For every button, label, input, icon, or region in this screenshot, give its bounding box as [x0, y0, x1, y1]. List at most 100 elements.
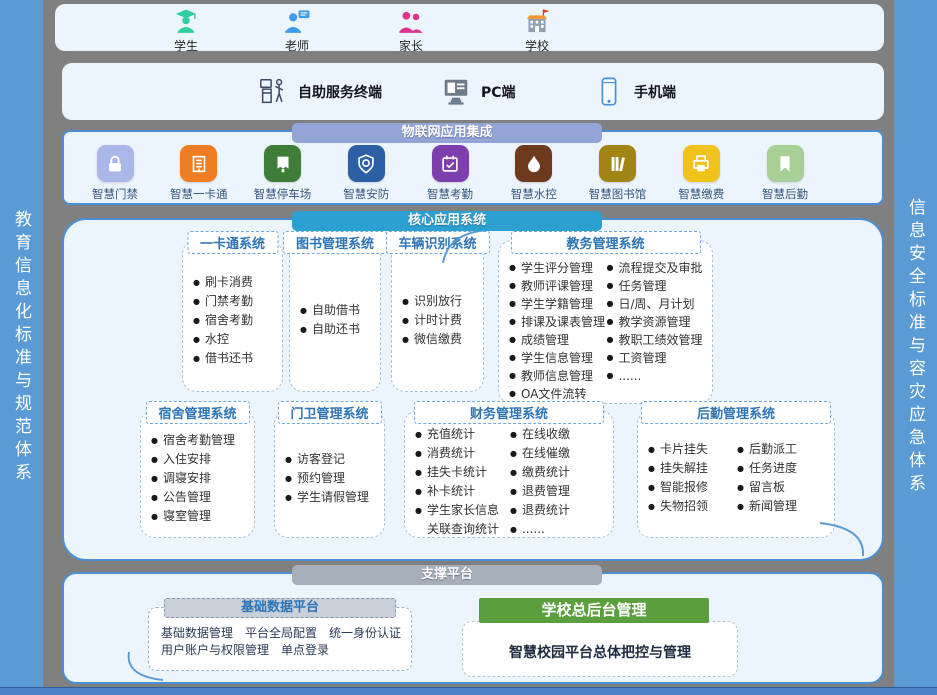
feature-list: ●访客登记●预约管理●学生请假管理	[285, 450, 376, 507]
list-item: ●教学资源管理	[607, 313, 705, 331]
bullet-icon: ●	[510, 463, 517, 482]
terminal-label: 自助服务终端	[298, 82, 382, 102]
list-item: ●充值统计	[415, 425, 510, 444]
list-item: ●宿舍考勤	[193, 311, 274, 330]
bullet-icon: ●	[607, 313, 614, 331]
system-box-gatekeeper: 门卫管理系统 ●访客登记●预约管理●学生请假管理	[274, 410, 385, 538]
list-item: ●学生请假管理	[285, 488, 376, 507]
user-student: 学生	[151, 8, 221, 54]
feature-list: ●刷卡消费●门禁考勤●宿舍考勤●水控●借书还书	[193, 273, 274, 368]
list-item-label: 调寝安排	[163, 469, 246, 488]
books-icon	[599, 145, 636, 182]
list-item-label: 计时计费	[414, 311, 475, 330]
iot-label: 智慧一卡通	[170, 186, 228, 202]
list-item-label: 门禁考勤	[205, 292, 274, 311]
list-item-label: 留言板	[749, 478, 826, 497]
parents-icon	[376, 8, 446, 36]
list-item: ●计时计费	[402, 311, 475, 330]
user-school: 学校	[502, 8, 572, 54]
list-item: ●学生信息管理	[509, 349, 607, 367]
list-item-label: 学生评分管理	[521, 259, 607, 277]
list-item-label: 任务管理	[618, 277, 704, 295]
bullet-icon: ●	[151, 488, 158, 507]
box-title: 一卡通系统	[187, 231, 278, 254]
teacher-icon	[262, 8, 332, 36]
list-item-label: 教师评课管理	[521, 277, 607, 295]
bullet-icon: ●	[510, 501, 517, 520]
diagram-content: 学生 老师	[43, 0, 894, 695]
iot-icon-row: 智慧门禁 智慧一卡通 智慧停车场	[77, 145, 823, 202]
bullet-icon: ●	[607, 349, 614, 367]
iot-label: 智慧安防	[343, 186, 389, 202]
system-box-logistics: 后勤管理系统 ●卡片挂失●挂失解挂●智能报修●失物招领 ●后勤派工●任务进度●留…	[637, 410, 835, 538]
system-box-dormitory: 宿舍管理系统 ●宿舍考勤管理●入住安排●调寝安排●公告管理●寝室管理	[140, 410, 255, 538]
feature-list: ●宿舍考勤管理●入住安排●调寝安排●公告管理●寝室管理	[151, 431, 246, 526]
list-item: ●补卡统计	[415, 482, 510, 501]
list-item: ● 调寝安排	[151, 469, 246, 488]
list-item-label: 挂失解挂	[660, 459, 737, 478]
list-item: ●新闻管理	[737, 497, 826, 516]
list-item: ●学生家长信息关联查询统计	[415, 501, 510, 539]
right-standards-label: 信息安全标准与容灾应急体系	[903, 198, 928, 497]
bullet-icon: ●	[415, 501, 422, 539]
bullet-icon: ●	[510, 444, 517, 463]
list-item: ●流程提交及审批	[607, 259, 705, 277]
bullet-icon: ●	[193, 311, 200, 330]
list-item: ● 留言板	[737, 478, 826, 497]
bullet-icon: ●	[509, 367, 516, 385]
bullet-icon: ●	[737, 478, 744, 497]
bullet-icon: ●	[151, 450, 158, 469]
list-item-label: 宿舍考勤管理	[163, 431, 246, 450]
iot-library: 智慧图书馆	[580, 145, 656, 202]
list-item: ● 教师信息管理	[509, 367, 607, 385]
list-item: ●在线催缴	[510, 444, 605, 463]
bullet-icon: ●	[193, 349, 200, 368]
list-item-label: 寝室管理	[163, 507, 246, 526]
system-box-onecard: 一卡通系统 ●刷卡消费●门禁考勤●宿舍考勤●水控●借书还书	[182, 240, 283, 392]
terminal-phone: 手机端	[593, 76, 676, 108]
list-item: ●退费统计	[510, 501, 605, 520]
list-item: ●挂失解挂	[648, 459, 737, 478]
list-item-label: 在线收缴	[522, 425, 605, 444]
bullet-icon: ●	[285, 488, 292, 507]
left-standards-bar: 教育信息化标准与规范体系	[0, 0, 43, 695]
feature-list: ●学生评分管理●教师评课管理●学生学籍管理●排课及课表管理●成绩管理●学生信息管…	[509, 259, 607, 403]
list-item: ●卡片挂失	[648, 440, 737, 459]
list-item-label: 日/周、月计划	[618, 295, 704, 313]
list-item-label: 预约管理	[297, 469, 376, 488]
bullet-icon: ●	[607, 295, 614, 313]
shield-icon	[348, 145, 385, 182]
base-line-1: 基础数据管理 平台全局配置 统一身份认证	[161, 625, 403, 642]
user-label: 学生	[151, 37, 221, 54]
list-item: ●后勤派工	[737, 440, 826, 459]
list-item-label: 成绩管理	[521, 331, 607, 349]
system-box-finance: 财务管理系统 ●充值统计●消费统计●挂失卡统计●补卡统计●学生家长信息关联查询统…	[404, 410, 614, 538]
list-item-label: 补卡统计	[427, 482, 510, 501]
bullet-icon: ●	[648, 440, 655, 459]
list-item-label: 教师信息管理	[521, 367, 607, 385]
list-item: ●公告管理	[151, 488, 246, 507]
school-icon	[502, 8, 572, 36]
pc-icon	[440, 76, 472, 108]
bullet-icon: ●	[151, 507, 158, 526]
iot-label: 智慧图书馆	[589, 186, 647, 202]
bottom-blue-strip	[0, 687, 937, 695]
list-item-label: 后勤派工	[749, 440, 826, 459]
bullet-icon: ●	[509, 277, 516, 295]
system-box-library: 图书管理系统 ●自助借书●自助还书	[289, 240, 381, 392]
list-item-label: 学生家长信息关联查询统计	[427, 501, 510, 539]
list-item-label: 新闻管理	[749, 497, 826, 516]
connector-curve	[438, 225, 488, 265]
user-label: 老师	[262, 37, 332, 54]
bullet-icon: ●	[607, 331, 614, 349]
list-item: ●预约管理	[285, 469, 376, 488]
list-item-label: 刷卡消费	[205, 273, 274, 292]
bullet-icon: ●	[415, 444, 422, 463]
list-item-label: 自助还书	[312, 320, 372, 339]
list-item: ●访客登记	[285, 450, 376, 469]
list-item-label: 自助借书	[312, 301, 372, 320]
iot-label: 智慧门禁	[92, 186, 138, 202]
base-line-2: 用户账户与权限管理 单点登录	[161, 642, 403, 659]
list-item-label: ......	[618, 367, 704, 385]
bullet-icon: ●	[151, 469, 158, 488]
